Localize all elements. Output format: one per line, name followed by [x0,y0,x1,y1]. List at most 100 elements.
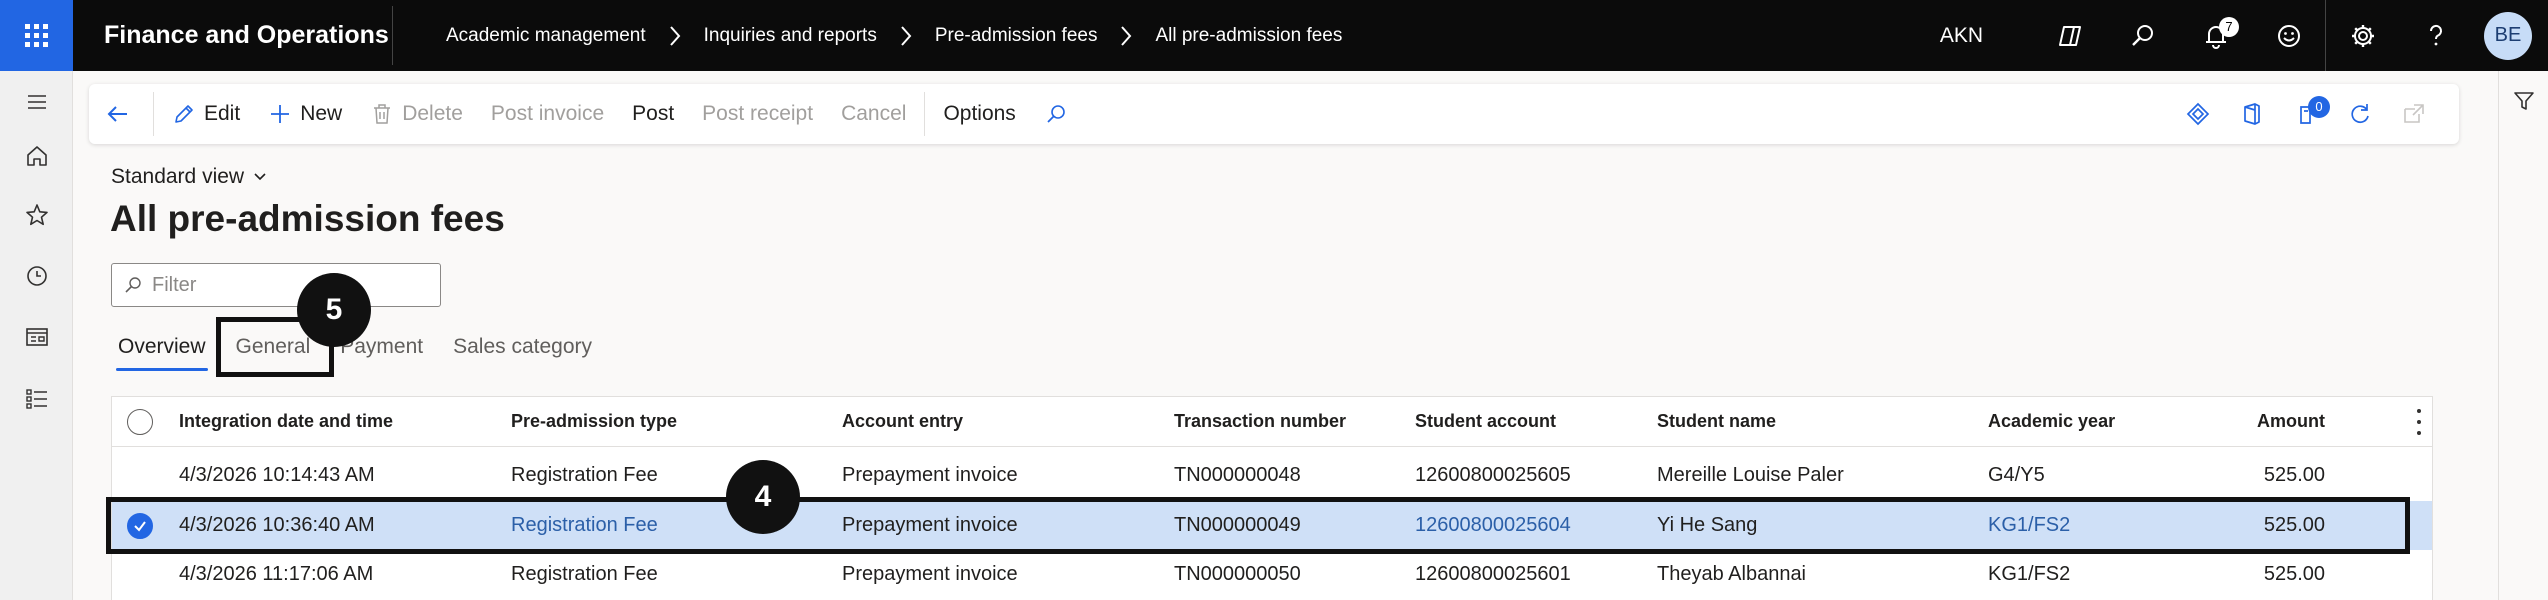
search-button[interactable] [2106,0,2179,71]
cell-amount: 525.00 [2263,563,2325,585]
help-button[interactable] [2399,0,2472,71]
cell-academic-year: KG1/FS2 [1988,563,2071,585]
breadcrumb-all-pre-admission-fees[interactable]: All pre-admission fees [1155,25,1342,47]
chevron-right-icon [668,25,682,47]
tab-sales-category[interactable]: Sales category [453,333,592,373]
cell-academic-year-link[interactable]: KG1/FS2 [1988,501,2070,550]
nav-recent[interactable] [0,256,73,296]
gear-icon [2351,24,2374,47]
action-pane-right-tools: 0 [2171,84,2441,144]
table-row-selected[interactable]: 4/3/2026 10:36:40 AM Registration Fee Pr… [112,501,2432,550]
pencil-icon [175,105,193,123]
attachments-button[interactable]: 0 [2279,84,2333,144]
refresh-button[interactable] [2333,84,2387,144]
back-button[interactable] [89,84,149,144]
chevron-down-icon [254,173,266,181]
nav-favorites[interactable] [0,195,73,235]
cell-student-account-link[interactable]: 12600800025604 [1415,501,1571,550]
cell-account-entry: Prepayment invoice [842,514,1018,536]
table-row[interactable]: 4/3/2026 10:14:43 AM Registration Fee Pr… [112,451,2432,500]
step-marker-4: 4 [726,460,800,534]
cancel-button[interactable]: Cancel [827,84,920,144]
office-button[interactable] [2225,84,2279,144]
notifications-button[interactable]: 7 [2179,0,2252,71]
nav-workspaces[interactable] [0,317,73,357]
filter-icon[interactable] [2512,89,2536,113]
delete-button[interactable]: Delete [356,84,477,144]
edit-button[interactable]: Edit [158,84,254,144]
arrow-left-icon [107,106,127,122]
column-header-account-entry[interactable]: Account entry [842,397,963,446]
hamburger-icon [27,95,46,109]
breadcrumb-academic-management[interactable]: Academic management [446,25,646,47]
clock-icon [26,266,47,286]
row-checkbox[interactable] [127,501,153,550]
action-search-button[interactable] [1030,84,1082,144]
trash-icon [374,104,391,124]
cell-student-name: Theyab Albannai [1657,563,1807,585]
post-button[interactable]: Post [618,84,688,144]
view-selector[interactable]: Standard view [111,165,268,189]
copilot-button[interactable] [2033,0,2106,71]
column-header-transaction-number[interactable]: Transaction number [1174,397,1346,446]
column-header-student-name[interactable]: Student name [1657,397,1776,446]
breadcrumb-pre-admission-fees[interactable]: Pre-admission fees [935,25,1098,47]
fees-grid: Integration date and time Pre-admission … [111,396,2433,600]
cell-amount: 525.00 [2263,514,2325,536]
feedback-button[interactable] [2252,0,2325,71]
power-apps-button[interactable] [2171,84,2225,144]
cell-amount: 525.00 [2263,464,2325,486]
column-header-integration-date[interactable]: Integration date and time [179,397,393,446]
plus-icon [271,105,290,123]
more-vertical-icon[interactable] [2416,409,2422,435]
cell-student-account: 12600800025601 [1415,563,1571,585]
nav-modules[interactable] [0,379,73,419]
search-icon [125,277,141,293]
breadcrumb-inquiries-and-reports[interactable]: Inquiries and reports [704,25,877,47]
options-tab[interactable]: Options [929,84,1029,144]
cell-transaction-number: TN000000048 [1174,464,1301,486]
notification-count-badge: 7 [2219,17,2239,37]
chevron-right-icon [899,25,913,47]
cell-student-name: Mereille Louise Paler [1657,464,1844,486]
company-picker[interactable]: AKN [1940,24,1983,48]
column-header-academic-year[interactable]: Academic year [1988,397,2115,446]
avatar[interactable]: BE [2484,11,2532,60]
checkbox-circle-icon [127,408,153,435]
cell-integration-date: 4/3/2026 11:17:06 AM [179,563,374,585]
table-row[interactable]: 4/3/2026 11:17:06 AM Registration Fee Pr… [112,550,2432,599]
popout-icon [2404,104,2424,123]
search-icon [1047,105,1065,123]
open-new-window-button[interactable] [2387,84,2441,144]
tab-general[interactable]: General [236,333,311,373]
new-button[interactable]: New [254,84,356,144]
list-icon [25,389,47,409]
filter-field[interactable] [111,263,441,307]
workspace-icon [25,328,48,346]
post-receipt-button[interactable]: Post receipt [688,84,827,144]
smiley-icon [2277,24,2300,47]
app-launcher-button[interactable] [0,0,73,71]
app-title[interactable]: Finance and Operations [104,0,389,71]
cell-integration-date: 4/3/2026 10:36:40 AM [179,514,375,536]
copilot-icon [2058,25,2081,46]
cell-pre-admission-type-link[interactable]: Registration Fee [511,501,658,550]
tab-overview[interactable]: Overview [116,333,208,373]
nav-home[interactable] [0,136,73,176]
select-all-checkbox[interactable] [127,397,153,446]
action-separator [924,92,926,136]
search-icon [2131,24,2153,46]
settings-button[interactable] [2326,0,2399,71]
nav-menu-button[interactable] [0,82,73,122]
action-separator [153,92,154,136]
filter-input[interactable] [152,273,432,297]
column-header-student-account[interactable]: Student account [1415,397,1556,446]
cell-academic-year: G4/Y5 [1988,464,2045,486]
column-header-amount[interactable]: Amount [2212,397,2325,446]
checkmark-icon [127,512,153,539]
title-divider [392,6,393,65]
post-invoice-button[interactable]: Post invoice [477,84,618,144]
column-header-pre-admission-type[interactable]: Pre-admission type [511,397,677,446]
cell-student-name: Yi He Sang [1657,514,1758,536]
cell-pre-admission-type: Registration Fee [511,563,658,585]
